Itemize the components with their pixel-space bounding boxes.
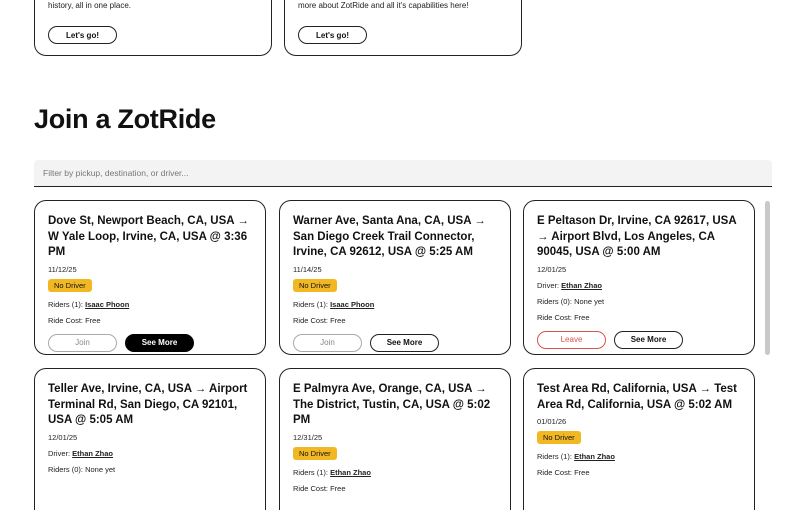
- ride-route: Test Area Rd, California, USA → Test Are…: [537, 383, 738, 411]
- ride-date: 01/01/26: [537, 417, 567, 426]
- ride-riders: Riders (1): Isaac Phoon: [48, 300, 252, 309]
- no-driver-badge: No Driver: [293, 446, 337, 460]
- history-card: history, all in one place. Let's go!: [34, 0, 272, 56]
- riders-label: Riders (1):: [48, 299, 86, 309]
- see-more-button[interactable]: See More: [614, 330, 683, 349]
- ride-riders: Riders (1): Ethan Zhao: [537, 452, 741, 461]
- ride-cost: Ride Cost: Free: [537, 312, 590, 322]
- ride-cost: Ride Cost: Free: [537, 468, 590, 477]
- ride-cost: Ride Cost: Free: [48, 315, 101, 325]
- page-title: Join a ZotRide: [34, 104, 216, 134]
- riders-label: Riders (1):: [537, 452, 575, 461]
- ride-date: 11/14/25: [293, 264, 322, 274]
- no-driver-badge: No Driver: [537, 431, 581, 444]
- ride-route: E Palmyra Ave, Orange, CA, USA → The Dis…: [293, 383, 491, 426]
- join-button[interactable]: Join: [293, 333, 362, 352]
- ride-driver: Driver: Ethan Zhao: [537, 281, 741, 290]
- scrollbar-thumb[interactable]: [765, 201, 770, 355]
- rider-link[interactable]: Ethan Zhao: [330, 468, 371, 477]
- join-button[interactable]: Join: [48, 333, 117, 352]
- ride-riders: Riders (0): None yet: [48, 464, 116, 474]
- leave-button[interactable]: Leave: [537, 330, 606, 349]
- driver-label: Driver:: [537, 280, 562, 290]
- driver-link[interactable]: Ethan Zhao: [561, 281, 602, 290]
- about-card-description: more about ZotRide and all it's capabili…: [298, 1, 469, 10]
- see-more-button[interactable]: See More: [370, 333, 439, 352]
- driver-label: Driver:: [48, 448, 73, 458]
- ride-card: Warner Ave, Santa Ana, CA, USA → San Die…: [279, 200, 511, 355]
- ride-route: Dove St, Newport Beach, CA, USA → W Yale…: [48, 215, 249, 258]
- ride-date: 12/01/25: [537, 264, 567, 274]
- ride-date: 11/12/25: [48, 264, 77, 274]
- about-card: more about ZotRide and all it's capabili…: [284, 0, 522, 56]
- ride-route: Warner Ave, Santa Ana, CA, USA → San Die…: [293, 215, 486, 258]
- no-driver-badge: No Driver: [48, 278, 92, 292]
- no-driver-badge: No Driver: [293, 278, 337, 292]
- ride-cost: Ride Cost: Free: [293, 315, 346, 325]
- ride-riders: Riders (1): Isaac Phoon: [293, 300, 497, 309]
- ride-riders: Riders (0): None yet: [537, 296, 605, 306]
- history-lets-go-button[interactable]: Let's go!: [48, 26, 117, 44]
- ride-card: Teller Ave, Irvine, CA, USA → Airport Te…: [34, 368, 266, 510]
- ride-date: 12/31/25: [293, 432, 323, 442]
- riders-label: Riders (1):: [293, 467, 331, 477]
- ride-route: E Peltason Dr, Irvine, CA 92617, USA → A…: [537, 215, 737, 258]
- ride-card: E Palmyra Ave, Orange, CA, USA → The Dis…: [279, 368, 511, 510]
- ride-card: Test Area Rd, California, USA → Test Are…: [523, 368, 755, 510]
- see-more-button[interactable]: See More: [125, 333, 194, 352]
- driver-link[interactable]: Ethan Zhao: [72, 449, 113, 458]
- rider-link[interactable]: Isaac Phoon: [85, 300, 129, 309]
- ride-cost: Ride Cost: Free: [293, 483, 346, 493]
- ride-date: 12/01/25: [48, 432, 78, 442]
- history-card-description: history, all in one place.: [48, 1, 132, 10]
- rider-link[interactable]: Ethan Zhao: [574, 452, 615, 461]
- ride-card: E Peltason Dr, Irvine, CA 92617, USA → A…: [523, 200, 755, 355]
- about-lets-go-button[interactable]: Let's go!: [298, 26, 367, 44]
- rider-link[interactable]: Isaac Phoon: [330, 300, 374, 309]
- riders-label: Riders (1):: [293, 299, 331, 309]
- filter-input[interactable]: [34, 160, 772, 187]
- ride-riders: Riders (1): Ethan Zhao: [293, 468, 497, 477]
- ride-route: Teller Ave, Irvine, CA, USA → Airport Te…: [48, 383, 248, 426]
- ride-card: Dove St, Newport Beach, CA, USA → W Yale…: [34, 200, 266, 355]
- ride-driver: Driver: Ethan Zhao: [48, 449, 252, 458]
